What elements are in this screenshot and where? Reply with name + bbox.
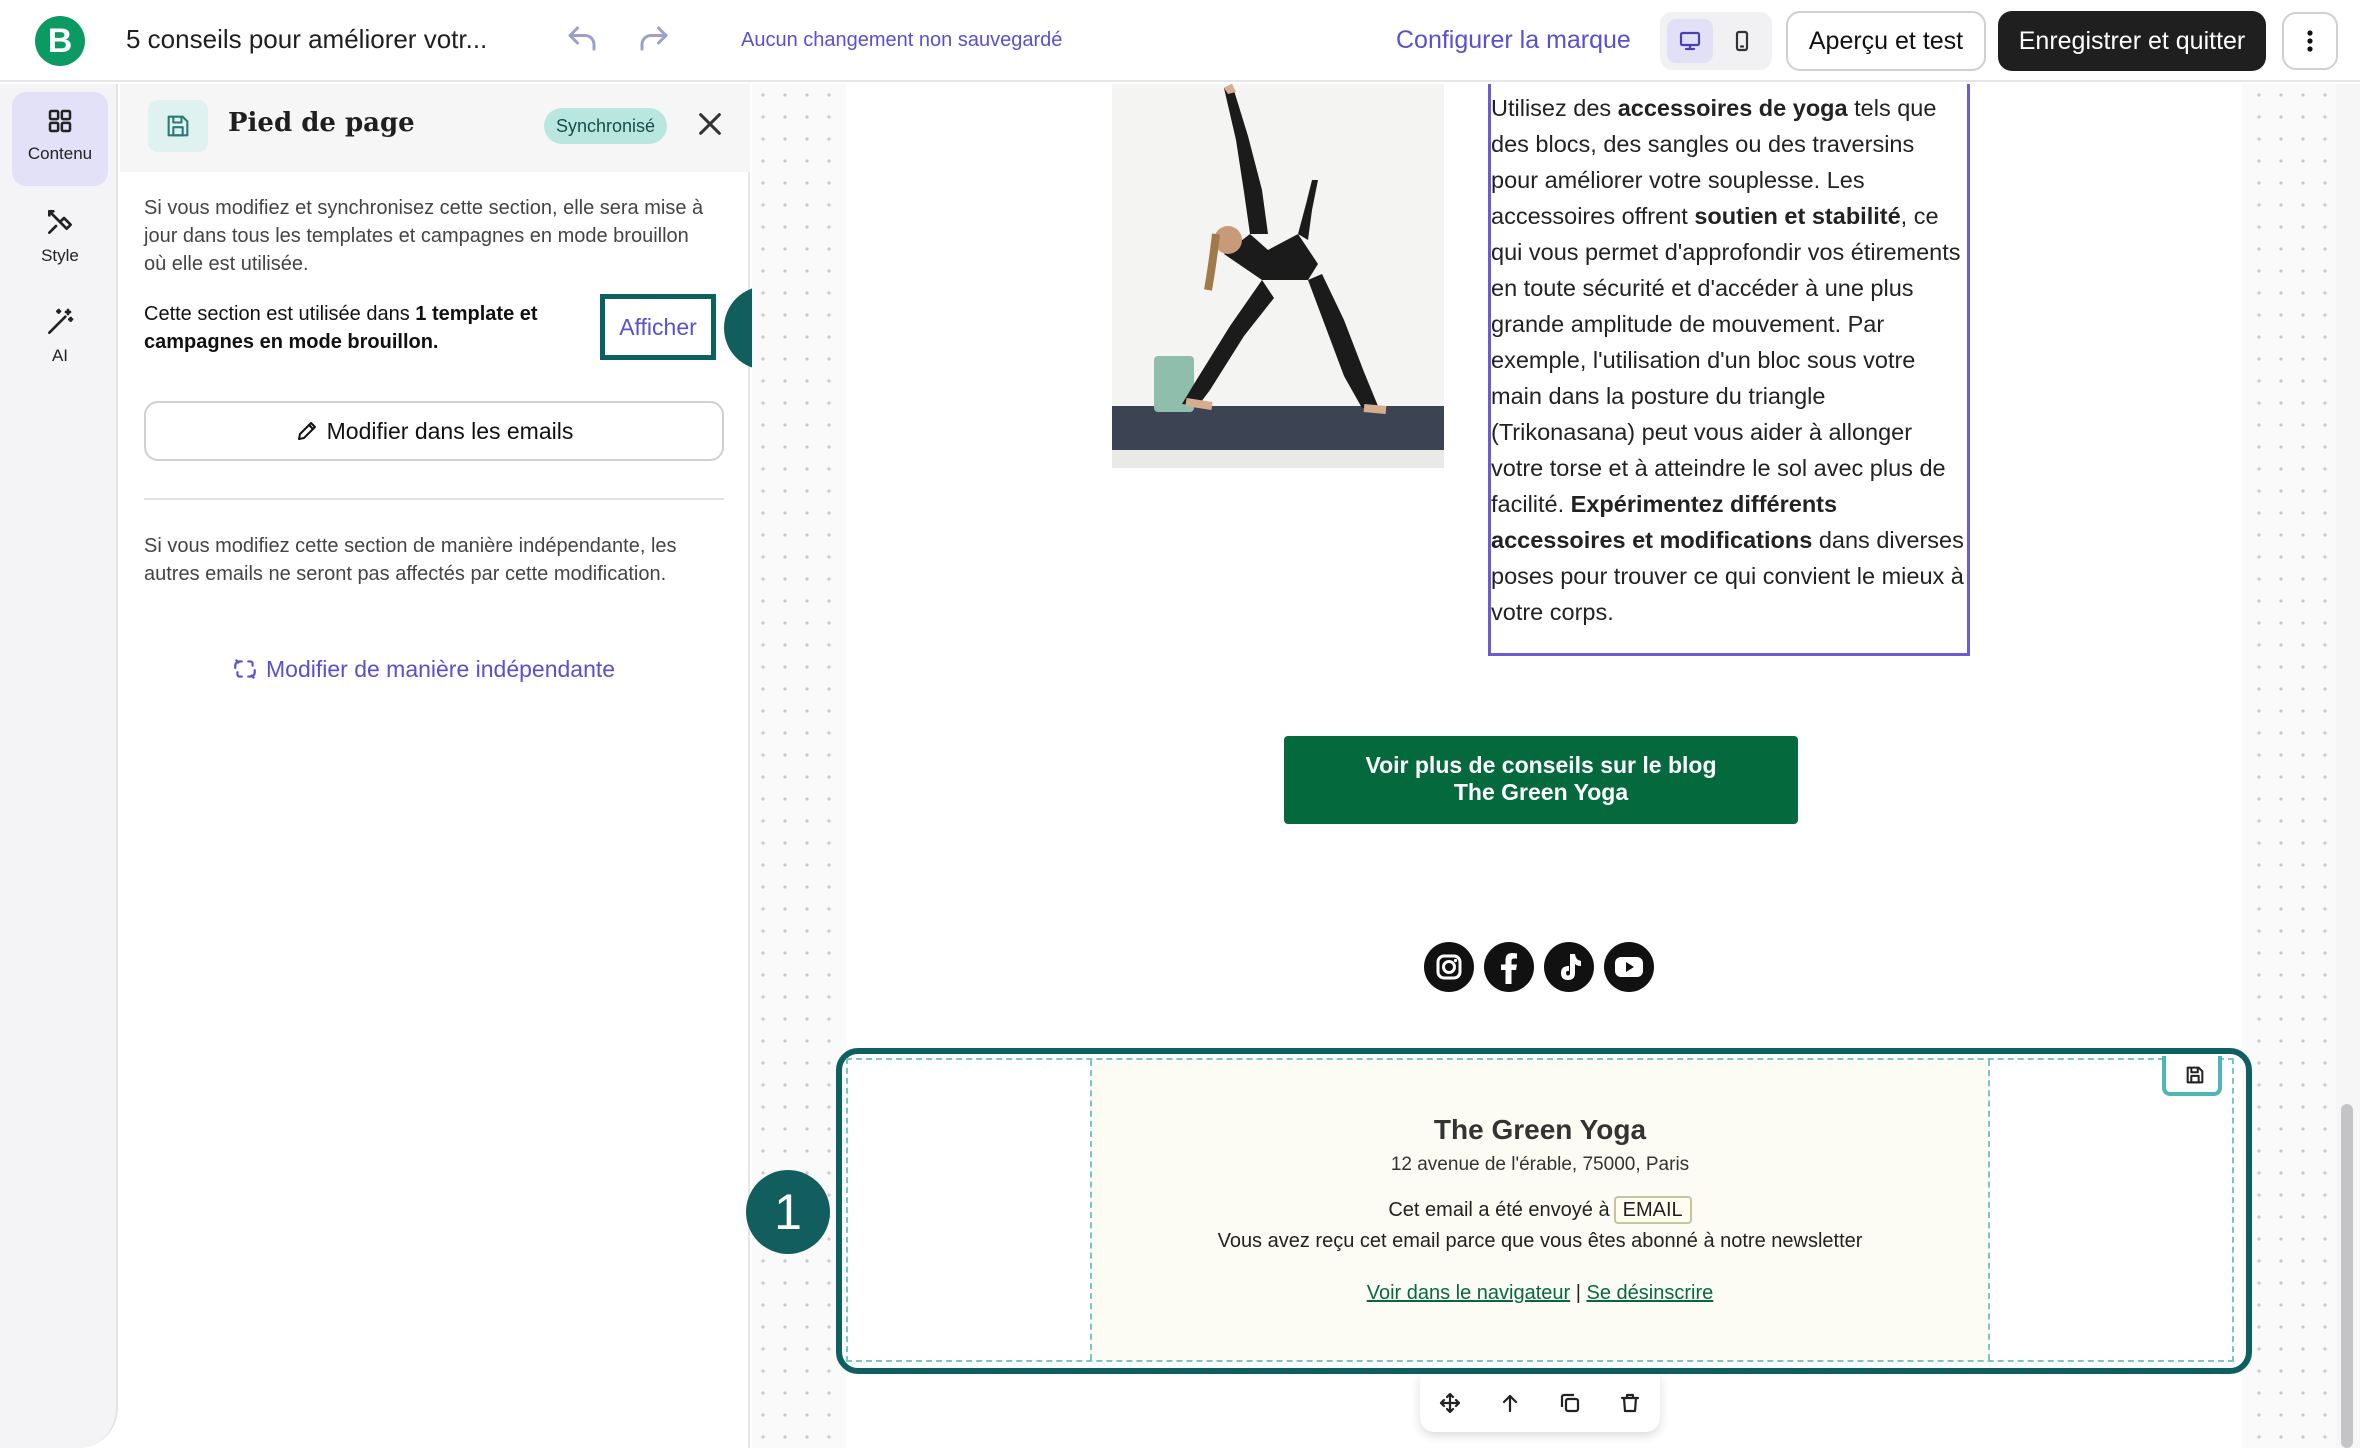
unlink-icon	[234, 659, 256, 679]
callout-number-1: 1	[746, 1170, 830, 1254]
article-bold-text: accessoires de yoga	[1617, 95, 1848, 121]
footer-reason: Vous avez reçu cet email parce que vous …	[1217, 1230, 1863, 1252]
edit-in-emails-label: Modifier dans les emails	[326, 418, 574, 444]
saved-section-icon	[148, 100, 208, 152]
facebook-icon[interactable]	[1484, 942, 1534, 992]
article-bold-text: soutien et stabilité	[1694, 203, 1901, 229]
save-status: Aucun changement non sauvegardé	[741, 29, 1063, 51]
view-in-browser-link[interactable]: Voir dans le navigateur	[1367, 1282, 1570, 1304]
more-options-button[interactable]	[2282, 12, 2338, 70]
brevo-logo[interactable]: B	[35, 16, 85, 66]
edit-in-emails-button[interactable]: Modifier dans les emails	[144, 401, 724, 461]
footer-links: Voir dans le navigateur | Se désinscrire	[1092, 1282, 1988, 1305]
undo-icon[interactable]	[564, 22, 600, 58]
footer-sent-to: Cet email a été envoyé à EMAIL	[1092, 1196, 1988, 1224]
rail-label-ai: AI	[51, 346, 69, 365]
youtube-icon[interactable]	[1604, 942, 1654, 992]
usage-prefix: Cette section est utilisée dans	[144, 303, 416, 325]
desktop-view-button[interactable]	[1667, 19, 1713, 63]
redo-icon[interactable]	[636, 22, 672, 58]
rail-item-style[interactable]: Style	[12, 192, 108, 286]
footer-sent-to-text: Cet email a été envoyé à	[1388, 1199, 1610, 1221]
rail-item-ai[interactable]: AI	[12, 292, 108, 386]
save-icon	[2186, 1066, 2204, 1084]
document-title[interactable]: 5 conseils pour améliorer votr...	[126, 24, 487, 55]
footer-address: 12 avenue de l'érable, 75000, Paris	[1390, 1154, 1690, 1175]
move-up-button[interactable]	[1480, 1374, 1540, 1432]
footer-brand-name: The Green Yoga	[1433, 1114, 1647, 1145]
article-text: Utilisez des	[1491, 95, 1618, 121]
save-quit-button[interactable]: Enregistrer et quitter	[1998, 11, 2266, 71]
block-toolbar	[1420, 1374, 1660, 1432]
duplicate-icon	[1560, 1393, 1580, 1413]
mobile-view-button[interactable]	[1719, 19, 1765, 63]
panel-divider	[144, 498, 724, 500]
canvas-scrollbar-thumb[interactable]	[2341, 1104, 2353, 1448]
sync-notice: Si vous modifiez et synchronisez cette s…	[144, 197, 704, 275]
more-vertical-icon	[2307, 30, 2313, 52]
brush-icon	[48, 210, 72, 234]
magic-wand-icon	[48, 308, 74, 334]
move-block-button[interactable]	[1420, 1374, 1480, 1432]
footer-link-separator: |	[1575, 1282, 1581, 1304]
arrow-up-icon	[1502, 1394, 1518, 1413]
configure-brand-link[interactable]: Configurer la marque	[1396, 26, 1631, 55]
device-toggle	[1660, 12, 1772, 70]
mobile-icon	[1735, 30, 1749, 52]
section-settings-panel: Pied de page Synchronisé Si vous modifie…	[120, 84, 808, 1448]
sync-status-badge: Synchronisé	[544, 108, 668, 144]
edit-independently-label: Modifier de manière indépendante	[266, 656, 616, 682]
article-body: Utilisez des accessoires de yoga tels qu…	[1491, 95, 1964, 625]
close-icon	[699, 113, 721, 135]
trash-icon	[1620, 1393, 1640, 1413]
left-rail: Contenu Style AI	[0, 84, 118, 1448]
duplicate-block-button[interactable]	[1540, 1374, 1600, 1432]
cta-line-1: Voir plus de conseils sur le blog	[1365, 752, 1717, 778]
rail-label-content: Contenu	[27, 144, 93, 163]
instagram-icon[interactable]	[1424, 942, 1474, 992]
article-text-block[interactable]: Utilisez des accessoires de yoga tels qu…	[1488, 84, 1970, 656]
grid-icon	[48, 109, 72, 133]
unsubscribe-link[interactable]: Se désinscrire	[1587, 1282, 1714, 1304]
usage-info: Cette section est utilisée dans 1 templa…	[144, 300, 594, 356]
panel-header: Pied de page Synchronisé	[120, 84, 750, 172]
rail-item-content[interactable]: Contenu	[12, 92, 108, 186]
saved-section-tab[interactable]	[2162, 1056, 2222, 1096]
email-merge-tag[interactable]: EMAIL	[1613, 1196, 1692, 1224]
preview-test-button[interactable]: Aperçu et test	[1786, 11, 1986, 71]
rail-label-style: Style	[41, 246, 79, 265]
show-usage-button[interactable]: Afficher	[600, 294, 716, 360]
panel-title: Pied de page	[228, 108, 415, 138]
independent-notice: Si vous modifiez cette section de manièr…	[144, 535, 677, 585]
cta-line-2: The Green Yoga	[1453, 779, 1629, 805]
edit-independently-link[interactable]: Modifier de manière indépendante	[232, 656, 615, 684]
footer-content[interactable]: The Green Yoga 12 avenue de l'érable, 75…	[1090, 1060, 1990, 1360]
yoga-photo[interactable]	[1112, 84, 1444, 468]
top-bar: B 5 conseils pour améliorer votr... Aucu…	[0, 0, 2360, 82]
close-panel-button[interactable]	[688, 102, 732, 146]
desktop-icon	[1679, 31, 1701, 51]
delete-block-button[interactable]	[1600, 1374, 1660, 1432]
blog-cta-button[interactable]: Voir plus de conseils sur le blog The Gr…	[1284, 736, 1798, 824]
article-text: , ce qui vous permet d'approfondir vos é…	[1491, 203, 1961, 517]
tiktok-icon[interactable]	[1544, 942, 1594, 992]
pencil-icon	[297, 421, 316, 440]
move-icon	[1439, 1392, 1461, 1414]
